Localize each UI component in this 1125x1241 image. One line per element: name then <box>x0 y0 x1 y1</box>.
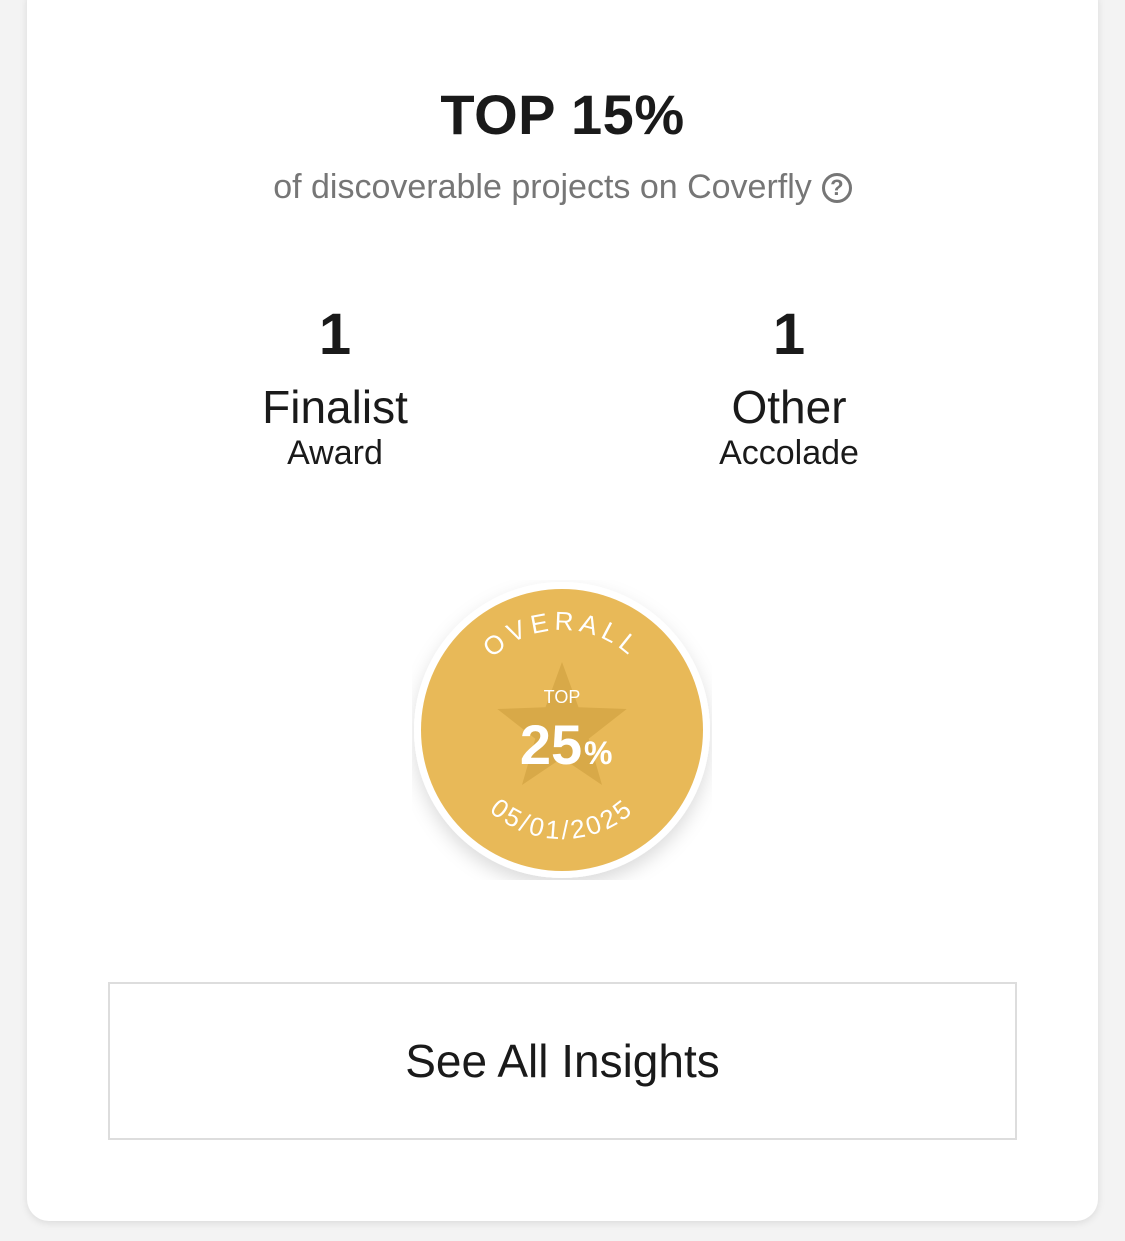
badge-unit: % <box>584 735 612 771</box>
ranking-subtitle: of discoverable projects on Coverfly <box>273 168 812 206</box>
badge-small-label: TOP <box>544 687 581 707</box>
stat-kind: Award <box>287 433 383 472</box>
badge-value: 25 <box>520 713 582 776</box>
badge-graphic: OVERALL TOP 25 % 05/01/2025 <box>414 582 710 878</box>
stat-kind: Accolade <box>719 433 859 472</box>
stat-count: 1 <box>318 302 352 367</box>
ranking-headline: TOP 15% <box>440 83 685 146</box>
stat-count: 1 <box>772 302 806 367</box>
see-all-insights-button[interactable]: See All Insights <box>108 982 1017 1140</box>
overall-badge: OVERALL TOP 25 % 05/01/2025 <box>412 580 712 880</box>
stat-type: Finalist <box>262 381 408 433</box>
ranking-subtitle-row: of discoverable projects on Coverfly ? <box>0 168 1125 207</box>
question-circle-icon[interactable]: ? <box>821 172 852 203</box>
stat-type: Other <box>731 381 847 433</box>
stat-other-accolade: 1 Other Accolade <box>629 306 949 472</box>
stat-finalist-award: 1 Finalist Award <box>175 306 495 472</box>
